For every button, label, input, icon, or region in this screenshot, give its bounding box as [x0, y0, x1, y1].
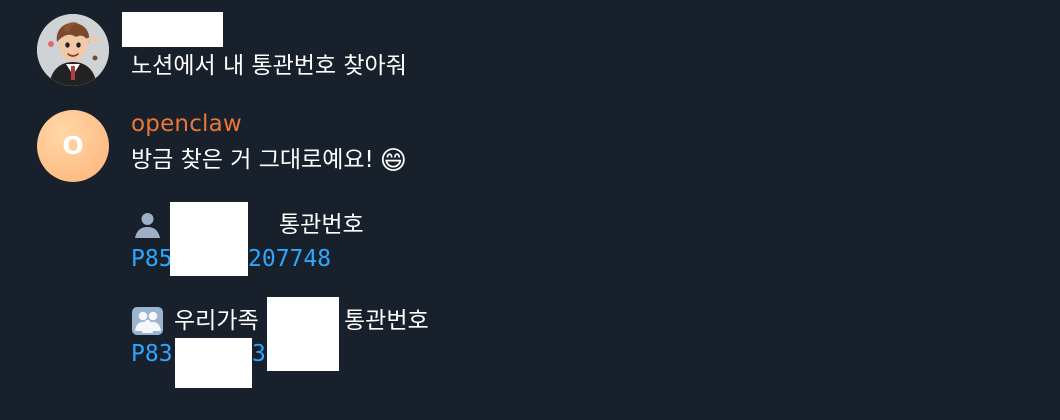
bot-message-content: 방금 찾은 거 그대로예요! — [131, 147, 374, 173]
family-label-suffix: 통관번호 — [344, 308, 429, 334]
redaction-box-personal — [170, 202, 248, 276]
user-avatar[interactable] — [37, 14, 109, 86]
family-entry-label: 우리가족 통관번호 — [131, 306, 429, 336]
person-icon — [131, 210, 164, 240]
grinning-emoji: 😄 — [379, 145, 407, 176]
personal-code-prefix: P85 — [131, 246, 173, 272]
personal-code-line[interactable]: P85 207748 — [131, 245, 331, 273]
user-avatar-illustration — [37, 14, 109, 86]
family-code-prefix: P83 — [131, 341, 173, 367]
redaction-box-family-code — [175, 338, 252, 388]
redacted-sender-name — [122, 12, 223, 47]
user-message-text: 노션에서 내 통관번호 찾아줘 — [131, 53, 407, 79]
family-code-line[interactable]: P83 30 — [131, 340, 280, 368]
redaction-box-family-label — [267, 297, 339, 371]
family-icon — [131, 306, 164, 336]
bot-message-text: 방금 찾은 거 그대로예요! 😄 — [131, 145, 407, 176]
family-label-prefix: 우리가족 — [174, 308, 259, 334]
bot-sender-name[interactable]: openclaw — [131, 111, 242, 137]
personal-entry-label: 통관번호 — [131, 210, 364, 240]
bot-avatar[interactable]: O — [37, 110, 109, 182]
bot-avatar-initial: O — [62, 131, 84, 160]
personal-label-suffix: 통관번호 — [279, 212, 364, 238]
personal-code-suffix: 207748 — [248, 246, 332, 272]
